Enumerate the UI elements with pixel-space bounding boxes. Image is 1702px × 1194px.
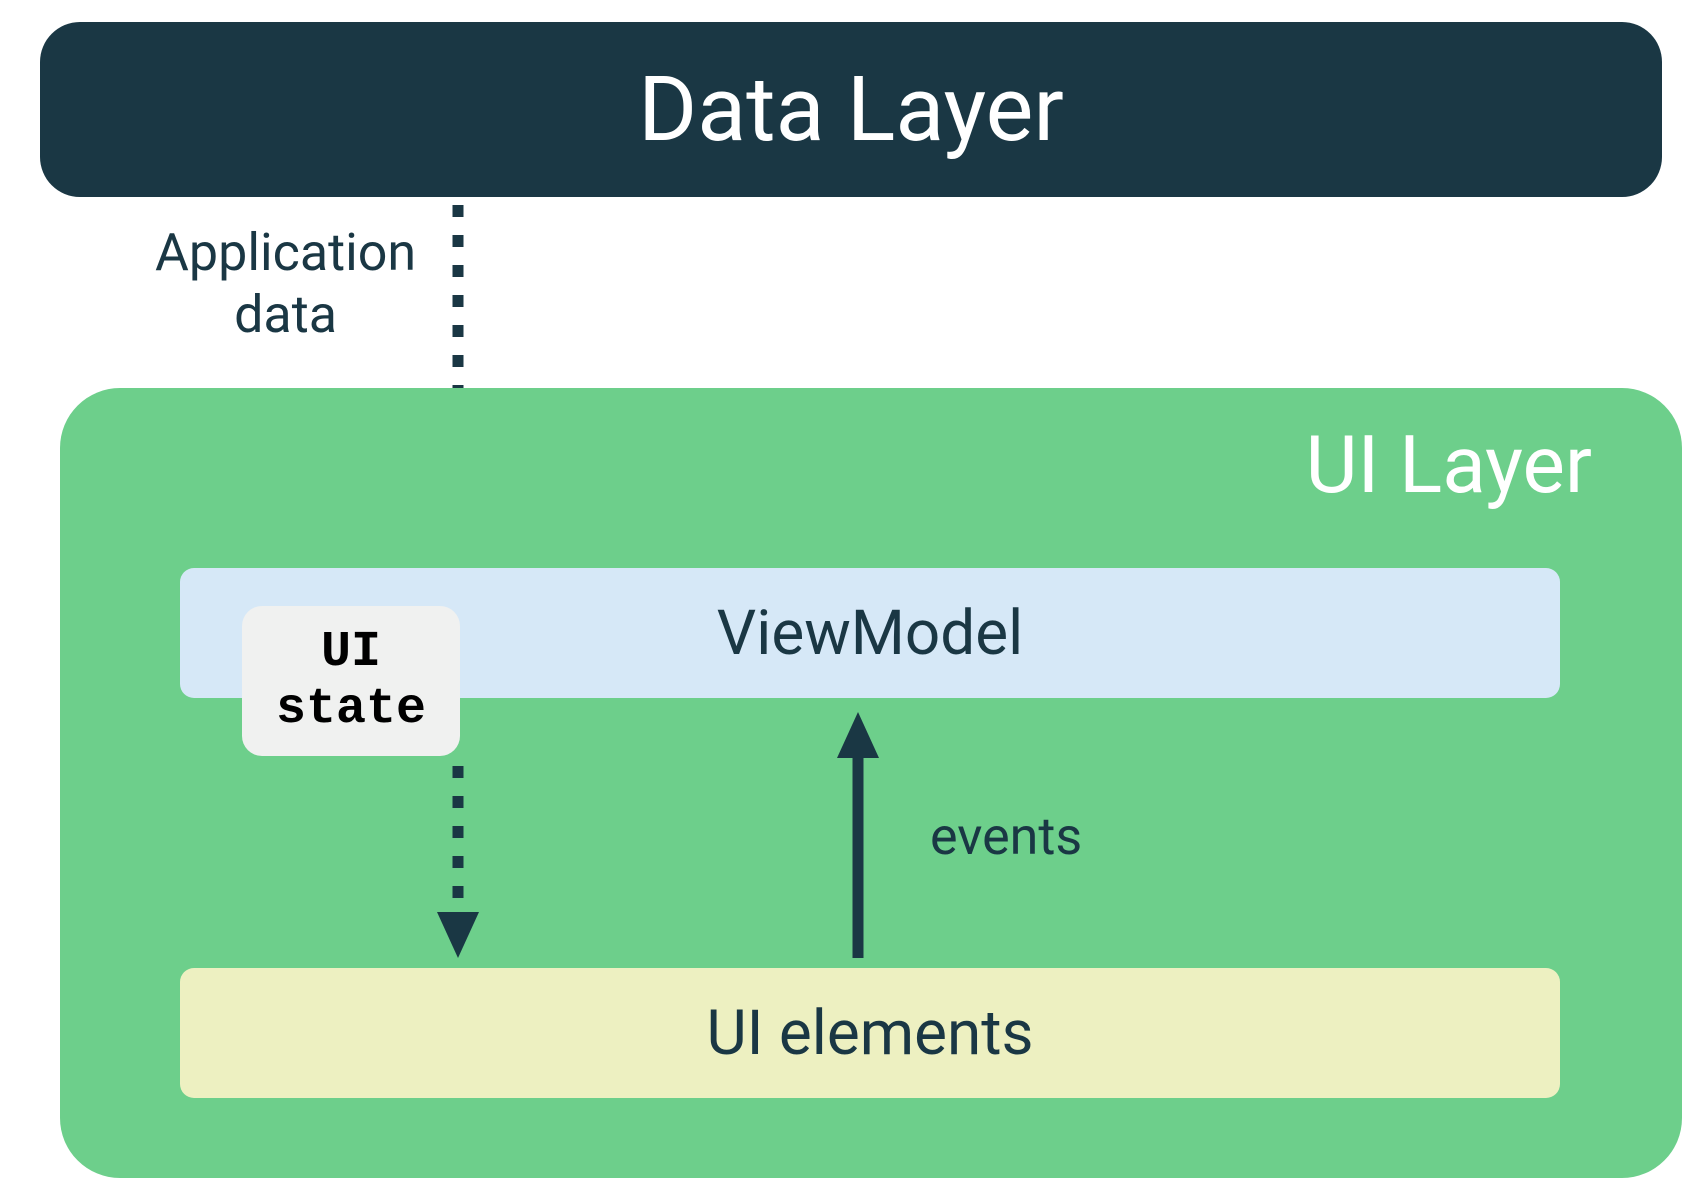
ui-state-label: UI state (276, 624, 426, 739)
events-label: events (930, 806, 1082, 867)
data-layer-label: Data Layer (638, 57, 1064, 162)
application-data-label: Application data (155, 222, 416, 347)
data-layer-box: Data Layer (40, 22, 1662, 197)
viewmodel-label: ViewModel (717, 597, 1023, 670)
arrow-viewmodel-to-elements-icon (438, 766, 478, 966)
ui-layer-label: UI Layer (1306, 418, 1592, 512)
ui-state-box: UI state (242, 606, 460, 756)
ui-layer-box: UI Layer ViewModel UI state events UI el… (60, 388, 1682, 1178)
architecture-diagram: Data Layer Application data UI Layer Vie… (10, 10, 1692, 1184)
arrow-elements-to-viewmodel-icon (838, 710, 878, 958)
ui-elements-box: UI elements (180, 968, 1560, 1098)
ui-elements-label: UI elements (706, 997, 1033, 1070)
